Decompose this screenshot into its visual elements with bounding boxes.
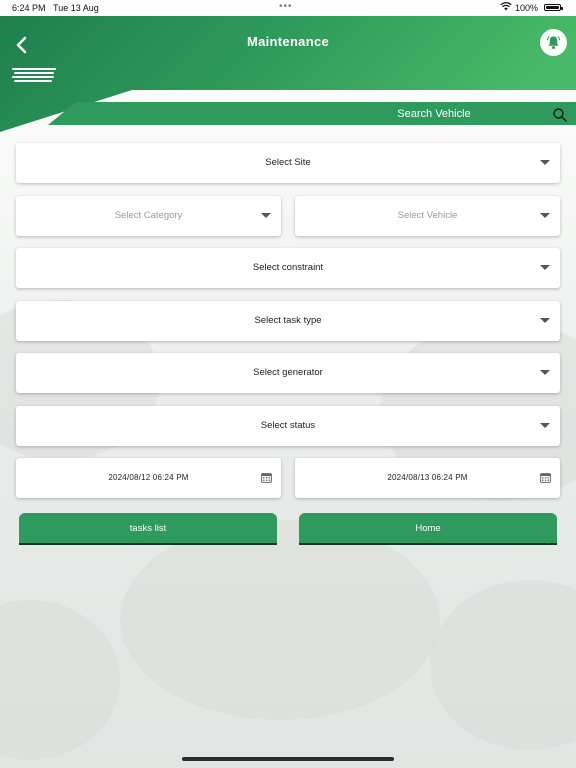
search-icon [553, 108, 567, 122]
caret-down-icon [540, 213, 550, 218]
select-site-dropdown[interactable]: Select Site [16, 143, 560, 183]
battery-icon [544, 4, 563, 11]
tasks-list-button[interactable]: tasks list [19, 513, 277, 545]
select-task-type-dropdown[interactable]: Select task type [16, 301, 560, 341]
start-date-picker[interactable]: 2024/08/12 06:24 PM [16, 458, 281, 498]
page-title: Maintenance [246, 34, 330, 49]
select-constraint-dropdown[interactable]: Select constraint [16, 248, 560, 288]
select-vehicle-dropdown[interactable]: Select Vehicle [295, 196, 560, 236]
bell-icon [546, 36, 561, 49]
select-status-label: Select status [260, 420, 316, 431]
caret-down-icon [540, 160, 550, 165]
caret-down-icon [540, 318, 550, 323]
select-generator-dropdown[interactable]: Select generator [16, 353, 560, 393]
battery-percentage: 100% [515, 3, 539, 13]
caret-down-icon [540, 423, 550, 428]
wifi-icon [500, 1, 512, 14]
caret-down-icon [540, 265, 550, 270]
menu-icon [12, 68, 56, 70]
select-task-type-label: Select task type [254, 315, 322, 326]
select-vehicle-label: Select Vehicle [397, 210, 458, 221]
select-category-dropdown[interactable]: Select Category [16, 196, 281, 236]
home-button[interactable]: Home [299, 513, 557, 545]
menu-button[interactable] [12, 67, 56, 85]
status-bar: 6:24 PM Tue 13 Aug ••• 100% [0, 0, 576, 16]
start-date-value: 2024/08/12 06:24 PM [108, 473, 189, 482]
home-indicator[interactable] [182, 757, 394, 761]
select-status-dropdown[interactable]: Select status [16, 406, 560, 446]
app-header: Maintenance Search Vehicle [0, 16, 576, 132]
select-site-label: Select Site [265, 157, 311, 168]
status-time: 6:24 PM Tue 13 Aug [12, 3, 99, 13]
calendar-icon [540, 473, 551, 483]
caret-down-icon [540, 370, 550, 375]
select-generator-label: Select generator [253, 367, 323, 378]
end-date-picker[interactable]: 2024/08/13 06:24 PM [295, 458, 560, 498]
notifications-button[interactable] [540, 29, 567, 56]
multitask-dots-icon[interactable]: ••• [279, 1, 293, 12]
calendar-icon [261, 473, 272, 483]
search-button[interactable] [552, 107, 568, 123]
caret-down-icon [261, 213, 271, 218]
end-date-value: 2024/08/13 06:24 PM [387, 473, 468, 482]
select-category-label: Select Category [114, 210, 183, 221]
search-vehicle-label[interactable]: Search Vehicle [360, 108, 508, 120]
select-constraint-label: Select constraint [252, 262, 324, 273]
